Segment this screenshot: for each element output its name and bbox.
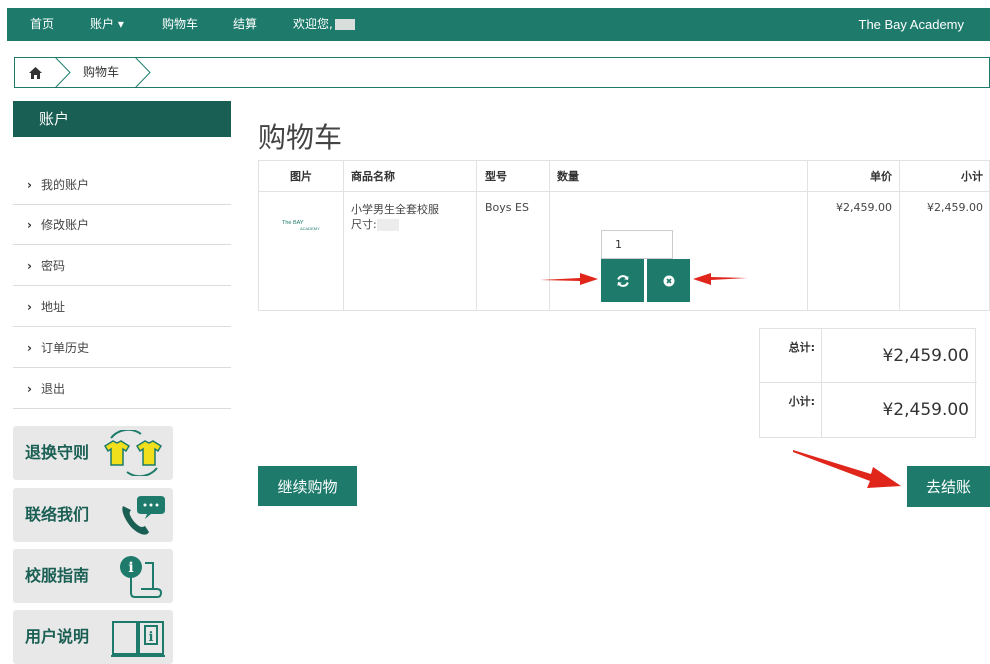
tshirt-exchange-icon <box>103 430 163 476</box>
nav-home-link[interactable]: 首页 <box>30 8 54 41</box>
col-header-name: 商品名称 <box>351 170 395 183</box>
chevron-right-icon: › <box>27 341 32 355</box>
nav-account-dropdown[interactable]: 账户 ▾ <box>90 8 124 41</box>
chevron-right-icon: › <box>27 382 32 396</box>
col-header-subtotal: 小计 <box>961 170 983 183</box>
chevron-down-icon: ▾ <box>117 17 124 31</box>
sidebar-item-label: 修改账户 <box>41 218 90 232</box>
size-redacted <box>376 219 399 231</box>
product-size-label: 尺寸: <box>351 218 377 231</box>
col-header-quantity: 数量 <box>557 170 579 183</box>
promo-return-policy[interactable]: 退换守则 <box>13 426 173 480</box>
breadcrumb-current[interactable]: 购物车 <box>83 58 119 87</box>
sidebar-item-edit-account[interactable]: › 修改账户 <box>13 205 231 245</box>
breadcrumb-separator-icon <box>55 57 71 88</box>
sidebar-item-address[interactable]: › 地址 <box>13 287 231 327</box>
promo-uniform-guide[interactable]: 校服指南 i <box>13 549 173 603</box>
promo-label: 退换守则 <box>25 443 90 462</box>
sidebar-item-label: 密码 <box>41 259 66 273</box>
page-title: 购物车 <box>258 121 343 154</box>
product-subtotal: ¥2,459.00 <box>927 201 983 214</box>
username-redacted <box>334 19 355 30</box>
promo-contact-us[interactable]: 联络我们 <box>13 488 173 542</box>
promo-user-manual[interactable]: 用户说明 i <box>13 610 173 664</box>
sidebar-item-label: 退出 <box>41 382 66 396</box>
arrow-down-right-icon <box>793 450 901 488</box>
subtotal-label: 小计: <box>760 383 822 437</box>
promo-label: 联络我们 <box>25 505 90 524</box>
sidebar-item-label: 我的账户 <box>41 178 90 192</box>
product-name-link[interactable]: 小学男生全套校服 <box>351 201 439 217</box>
product-model: Boys ES <box>485 201 529 214</box>
info-scroll-icon: i <box>120 556 163 598</box>
checkout-button[interactable]: 去结账 <box>907 466 990 507</box>
sidebar-item-label: 订单历史 <box>41 341 90 355</box>
home-icon <box>28 66 42 79</box>
svg-text:i: i <box>149 630 154 645</box>
promo-label: 校服指南 <box>25 566 90 585</box>
col-header-model: 型号 <box>485 170 507 183</box>
sidebar-item-my-account[interactable]: › 我的账户 <box>13 165 231 205</box>
chevron-right-icon: › <box>27 259 32 273</box>
info-book-icon: i <box>111 621 165 657</box>
remove-item-button[interactable] <box>647 259 690 302</box>
total-value: ¥2,459.00 <box>882 346 969 366</box>
brand-name[interactable]: The Bay Academy <box>859 8 965 41</box>
chevron-right-icon: › <box>27 300 32 314</box>
product-thumbnail[interactable]: The BAY ACADEMY <box>282 216 322 232</box>
top-navbar: 首页 账户 ▾ 购物车 结算 欢迎您, The Bay Academy <box>7 8 990 41</box>
totals-table: 总计: ¥2,459.00 小计: ¥2,459.00 <box>759 328 977 438</box>
refresh-icon <box>616 274 629 287</box>
sidebar-item-label: 地址 <box>41 300 66 314</box>
col-header-unit-price: 单价 <box>870 170 892 183</box>
product-logo-subtext: ACADEMY <box>300 226 320 231</box>
chevron-right-icon: › <box>27 178 32 192</box>
continue-shopping-button[interactable]: 继续购物 <box>258 466 357 506</box>
breadcrumb: 购物车 <box>14 57 990 88</box>
quantity-input[interactable] <box>601 230 673 259</box>
nav-checkout-link[interactable]: 结算 <box>233 8 257 41</box>
nav-welcome: 欢迎您, <box>293 8 355 41</box>
chevron-right-icon: › <box>27 218 32 232</box>
subtotal-row: 小计: ¥2,459.00 <box>760 383 977 437</box>
breadcrumb-home[interactable] <box>15 58 55 87</box>
product-unit-price: ¥2,459.00 <box>836 201 892 214</box>
sidebar-item-logout[interactable]: › 退出 <box>13 369 231 409</box>
col-header-image: 图片 <box>290 170 312 183</box>
breadcrumb-separator-icon <box>135 57 151 88</box>
sidebar-title: 账户 <box>13 101 231 137</box>
total-label: 总计: <box>760 329 822 383</box>
nav-cart-link[interactable]: 购物车 <box>162 8 198 41</box>
product-size: 尺寸: <box>351 216 399 232</box>
total-row: 总计: ¥2,459.00 <box>760 329 977 383</box>
arrow-left-icon <box>693 273 747 285</box>
svg-text:i: i <box>128 560 133 576</box>
promo-label: 用户说明 <box>25 627 90 646</box>
phone-chat-icon <box>122 496 165 535</box>
sidebar-item-order-history[interactable]: › 订单历史 <box>13 328 231 368</box>
welcome-text: 欢迎您, <box>293 17 333 31</box>
update-quantity-button[interactable] <box>601 259 644 302</box>
sidebar-item-password[interactable]: › 密码 <box>13 246 231 286</box>
subtotal-value: ¥2,459.00 <box>882 400 969 420</box>
arrow-right-icon <box>540 273 598 285</box>
close-circle-icon <box>663 275 674 286</box>
nav-account-label: 账户 <box>90 17 115 31</box>
